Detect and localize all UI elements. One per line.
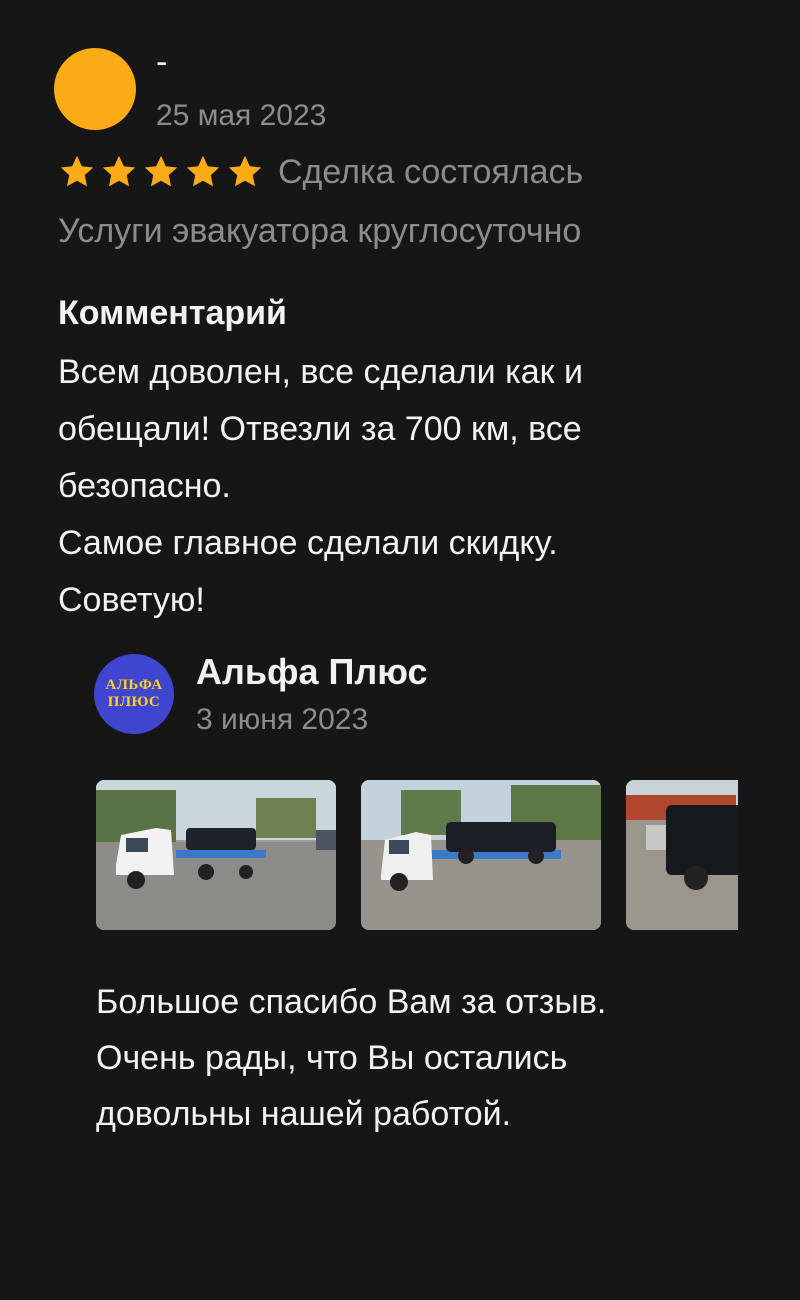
review-date: 25 мая 2023 <box>156 99 327 132</box>
star-icon <box>102 155 136 187</box>
star-icon <box>144 155 178 187</box>
parked-suv-photo[interactable] <box>626 780 738 930</box>
tow-truck-photo[interactable] <box>361 780 601 930</box>
comment-text: Всем доволен, все сделали как и обещали!… <box>58 344 758 629</box>
company-logo-avatar[interactable]: АЛЬФА ПЛЮС <box>94 654 174 734</box>
reply-line: Очень рады, что Вы остались <box>96 1039 568 1077</box>
star-icon <box>60 155 94 187</box>
star-icon <box>186 155 220 187</box>
reply-text: Большое спасибо Вам за отзыв. Очень рады… <box>96 974 776 1142</box>
photo-strip[interactable] <box>96 780 738 932</box>
reply-line: Большое спасибо Вам за отзыв. <box>96 983 607 1021</box>
comment-line: обещали! Отвезли за 700 км, все <box>58 410 582 448</box>
rating-stars <box>58 153 264 191</box>
reply-line: довольны нашей работой. <box>96 1095 512 1133</box>
star-icon <box>228 155 262 187</box>
rating-row: Сделка состоялась <box>58 150 583 194</box>
comment-line: Всем доволен, все сделали как и <box>58 353 583 391</box>
tow-truck-photo-image <box>361 780 601 930</box>
parked-suv-photo-image <box>626 780 738 930</box>
tow-truck-photo[interactable] <box>96 780 336 930</box>
logo-text-line: АЛЬФА <box>105 677 163 693</box>
reply-date: 3 июня 2023 <box>196 703 369 736</box>
reviewer-name: - <box>156 43 168 81</box>
logo-text-line: ПЛЮС <box>107 694 161 710</box>
comment-line: безопасно. <box>58 467 231 505</box>
comment-line: Самое главное сделали скидку. <box>58 524 558 562</box>
comment-line: Советую! <box>58 581 205 619</box>
company-name[interactable]: Альфа Плюс <box>196 648 428 696</box>
reviewer-avatar <box>54 48 136 130</box>
service-name[interactable]: Услуги эвакуатора круглосуточно <box>58 208 581 254</box>
comment-heading: Комментарий <box>58 294 287 332</box>
deal-status: Сделка состоялась <box>278 153 584 191</box>
tow-truck-photo-image <box>96 780 336 930</box>
